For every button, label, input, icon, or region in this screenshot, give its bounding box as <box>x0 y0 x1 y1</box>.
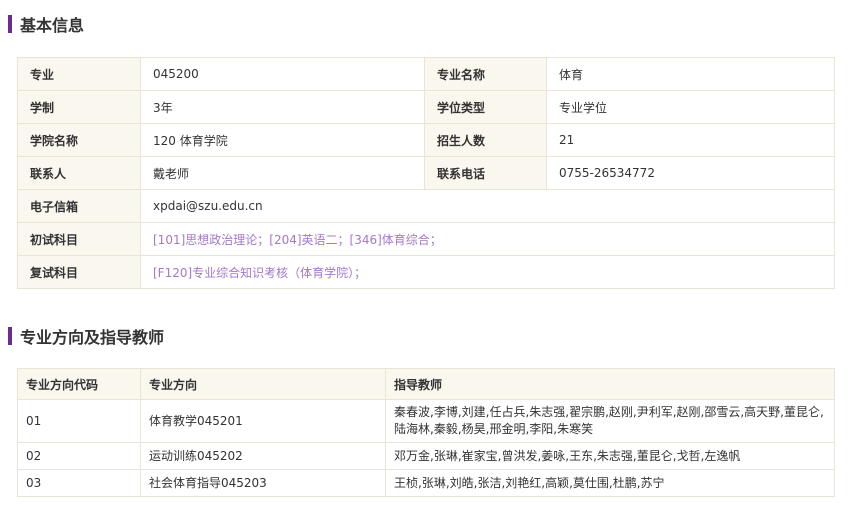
major-name-value: 体育 <box>546 57 835 91</box>
major-code-label: 专业 <box>17 57 141 91</box>
table-row: 01 体育教学045201 秦春波,李博,刘建,任占兵,朱志强,翟宗鹏,赵刚,尹… <box>17 399 835 443</box>
basic-info-table: 专业 045200 专业名称 体育 学制 3年 学位类型 专业学位 学院名称 1… <box>17 57 835 289</box>
table-row: 03 社会体育指导045203 王桢,张琳,刘皓,张洁,刘艳红,高颖,莫仕围,杜… <box>17 469 835 497</box>
header-direction-name: 专业方向 <box>140 368 386 400</box>
info-row: 学院名称 120 体育学院 招生人数 21 <box>17 123 835 157</box>
info-row: 复试科目 [F120]专业综合知识考核（体育学院）； <box>17 255 835 289</box>
contact-value: 戴老师 <box>140 156 425 190</box>
section-accent-bar <box>8 15 12 33</box>
direction-name: 运动训练045202 <box>140 442 386 470</box>
duration-label: 学制 <box>17 90 141 124</box>
info-row: 初试科目 [101]思想政治理论；[204]英语二；[346]体育综合； <box>17 222 835 256</box>
major-name-label: 专业名称 <box>424 57 547 91</box>
directions-title: 专业方向及指导教师 <box>8 326 165 347</box>
direction-code: 03 <box>17 469 141 497</box>
email-value[interactable]: xpdai@szu.edu.cn <box>140 189 835 223</box>
direction-code: 02 <box>17 442 141 470</box>
section-accent-bar <box>8 327 12 345</box>
major-code-value: 045200 <box>140 57 425 91</box>
info-row: 学制 3年 学位类型 专业学位 <box>17 90 835 124</box>
header-direction-code: 专业方向代码 <box>17 368 141 400</box>
info-row: 电子信箱 xpdai@szu.edu.cn <box>17 189 835 223</box>
college-label: 学院名称 <box>17 123 141 157</box>
directions-table: 专业方向代码 专业方向 指导教师 01 体育教学045201 秦春波,李博,刘建… <box>17 368 835 497</box>
degree-type-label: 学位类型 <box>424 90 547 124</box>
basic-info-title-text: 基本信息 <box>20 16 85 35</box>
second-exam-subjects[interactable]: [F120]专业综合知识考核（体育学院）； <box>140 255 835 289</box>
contact-label: 联系人 <box>17 156 141 190</box>
basic-info-title: 基本信息 <box>8 14 85 35</box>
direction-supervisors: 王桢,张琳,刘皓,张洁,刘艳红,高颖,莫仕围,杜鹏,苏宁 <box>385 469 835 497</box>
direction-name: 社会体育指导045203 <box>140 469 386 497</box>
directions-header-row: 专业方向代码 专业方向 指导教师 <box>17 368 835 400</box>
direction-code: 01 <box>17 399 141 443</box>
info-row: 专业 045200 专业名称 体育 <box>17 57 835 91</box>
degree-type-value: 专业学位 <box>546 90 835 124</box>
enrollment-value: 21 <box>546 123 835 157</box>
second-exam-label: 复试科目 <box>17 255 141 289</box>
first-exam-label: 初试科目 <box>17 222 141 256</box>
college-value: 120 体育学院 <box>140 123 425 157</box>
duration-value: 3年 <box>140 90 425 124</box>
first-exam-subjects[interactable]: [101]思想政治理论；[204]英语二；[346]体育综合； <box>140 222 835 256</box>
info-row: 联系人 戴老师 联系电话 0755-26534772 <box>17 156 835 190</box>
direction-supervisors: 秦春波,李博,刘建,任占兵,朱志强,翟宗鹏,赵刚,尹利军,赵刚,邵雪云,高天野,… <box>385 399 835 443</box>
direction-name: 体育教学045201 <box>140 399 386 443</box>
table-row: 02 运动训练045202 邓万金,张琳,崔家宝,曾洪发,姜咏,王东,朱志强,董… <box>17 442 835 470</box>
directions-title-text: 专业方向及指导教师 <box>20 328 165 347</box>
direction-supervisors: 邓万金,张琳,崔家宝,曾洪发,姜咏,王东,朱志强,董昆仑,戈哲,左逸帆 <box>385 442 835 470</box>
phone-label: 联系电话 <box>424 156 547 190</box>
phone-value: 0755-26534772 <box>546 156 835 190</box>
enrollment-label: 招生人数 <box>424 123 547 157</box>
email-label: 电子信箱 <box>17 189 141 223</box>
header-supervisors: 指导教师 <box>385 368 835 400</box>
